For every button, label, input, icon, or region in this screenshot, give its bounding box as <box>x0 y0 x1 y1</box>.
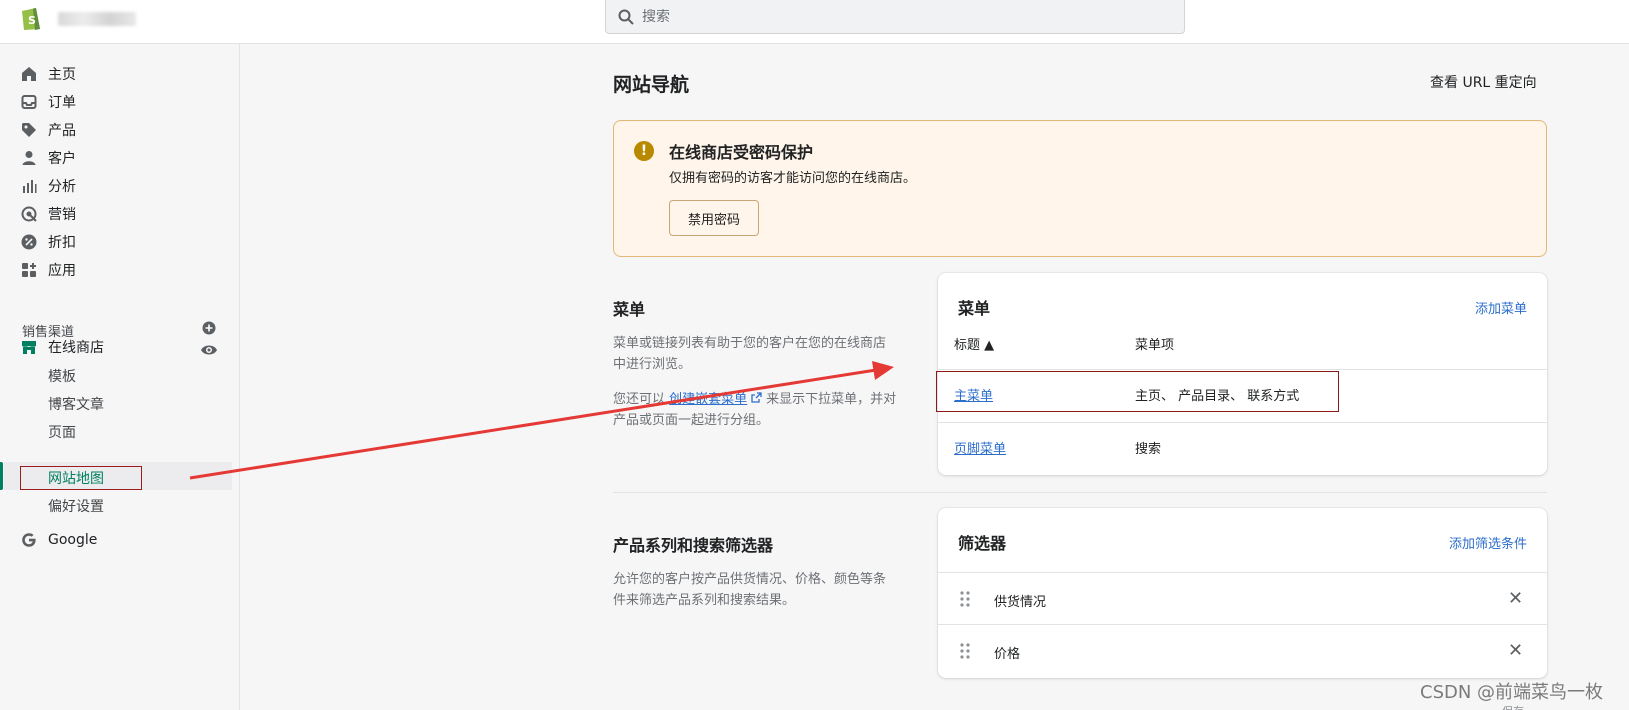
filter-price: 价格 <box>994 647 1021 662</box>
external-link-icon <box>751 392 762 403</box>
filters-section-title: 产品系列和搜索筛选器 <box>613 536 774 555</box>
inbox-icon <box>21 95 37 109</box>
sidebar-item-label: Google <box>48 532 98 548</box>
target-icon <box>21 206 37 222</box>
sidebar-item-label: 订单 <box>48 95 76 111</box>
desc-text: 您还可以 <box>613 392 666 407</box>
sidebar-item-label: 主页 <box>48 67 76 83</box>
menus-section-desc: 菜单或链接列表有助于您的客户在您的在线商店中进行浏览。 <box>613 336 887 372</box>
filters-card: 筛选器 添加筛选条件 供货情况 ✕ 价格 ✕ <box>938 508 1547 678</box>
store-name-redacted <box>58 12 136 26</box>
view-url-redirects-link[interactable]: 查看 URL 重定向 <box>1430 72 1537 92</box>
footer-menu-items: 搜索 <box>1135 442 1162 457</box>
column-header-menu-items: 菜单项 <box>1135 338 1175 353</box>
drag-handle-icon[interactable] <box>960 591 970 607</box>
sidebar-sub-preferences[interactable]: 偏好设置 <box>48 496 104 516</box>
sidebar-item-label: 营销 <box>48 207 76 223</box>
add-circle-icon[interactable] <box>202 321 216 335</box>
menus-card-title: 菜单 <box>958 299 991 318</box>
add-menu-link[interactable]: 添加菜单 <box>1475 298 1527 317</box>
divider <box>938 624 1547 625</box>
sidebar-item-label: 客户 <box>48 151 76 167</box>
add-filter-link[interactable]: 添加筛选条件 <box>1449 533 1527 552</box>
filters-section-desc: 允许您的客户按产品供货情况、价格、颜色等条件来筛选产品系列和搜索结果。 <box>613 572 887 608</box>
password-warning-banner: ! 在线商店受密码保护 仅拥有密码的访客才能访问您的在线商店。 禁用密码 <box>613 120 1547 257</box>
filters-card-title: 筛选器 <box>958 534 1007 553</box>
section-divider <box>613 492 1547 493</box>
create-nested-menu-link[interactable]: 创建嵌套菜单 <box>669 392 747 407</box>
sidebar-item-customers[interactable]: 客户 <box>20 145 76 171</box>
search-icon <box>618 9 634 25</box>
apps-icon <box>22 263 36 277</box>
sidebar-item-label: 产品 <box>48 123 76 139</box>
tag-icon <box>22 123 36 137</box>
sidebar-sub-navigation[interactable]: 网站地图 <box>48 468 104 488</box>
main-menu-link[interactable]: 主菜单 <box>954 385 993 404</box>
sidebar-sub-themes[interactable]: 模板 <box>48 366 76 386</box>
sidebar-item-analytics[interactable]: 分析 <box>20 173 76 199</box>
sidebar-item-google[interactable]: Google <box>20 527 97 553</box>
sidebar-item-products[interactable]: 产品 <box>20 117 76 143</box>
sidebar-item-marketing[interactable]: 营销 <box>20 201 76 227</box>
main-menu-items: 主页、 产品目录、 联系方式 <box>1135 389 1300 404</box>
sidebar-item-apps[interactable]: 应用 <box>20 257 76 283</box>
home-icon <box>22 67 36 81</box>
banner-text: 仅拥有密码的访客才能访问您的在线商店。 <box>669 171 917 186</box>
filter-availability: 供货情况 <box>994 595 1047 610</box>
sidebar-item-online-store[interactable]: 在线商店 <box>20 334 104 360</box>
discount-icon <box>21 234 37 250</box>
sidebar-item-orders[interactable]: 订单 <box>20 89 76 115</box>
menus-section-desc-2: 您还可以 创建嵌套菜单 来显示下拉菜单，并对产品或页面一起进行分组。 <box>613 389 898 431</box>
divider <box>938 422 1547 423</box>
page-title: 网站导航 <box>613 74 690 96</box>
disable-password-button[interactable]: 禁用密码 <box>669 200 759 236</box>
close-icon[interactable]: ✕ <box>1508 642 1523 660</box>
menus-card: 菜单 添加菜单 标题 ▲ 菜单项 主菜单 主页、 产品目录、 联系方式 页脚菜单… <box>936 273 1547 475</box>
sidebar-item-label: 应用 <box>48 263 76 279</box>
sidebar-item-home[interactable]: 主页 <box>20 61 76 87</box>
divider <box>938 572 1547 573</box>
warning-icon: ! <box>634 141 654 161</box>
sidebar: 主页 订单 产品 客户 分析 营销 折扣 应用 销售渠道 在线商店 模板 博客文… <box>0 44 240 710</box>
sidebar-item-label: 在线商店 <box>48 340 104 356</box>
drag-handle-icon[interactable] <box>960 643 970 659</box>
active-indicator <box>0 462 3 490</box>
close-icon[interactable]: ✕ <box>1508 590 1523 608</box>
sidebar-sub-pages[interactable]: 页面 <box>48 422 76 442</box>
watermark: CSDN @前端菜鸟一枚 <box>1420 682 1604 703</box>
menus-section-title: 菜单 <box>613 300 646 319</box>
banner-title: 在线商店受密码保护 <box>669 143 814 162</box>
search-bar[interactable] <box>605 0 1185 34</box>
svg-text:S: S <box>28 14 36 27</box>
search-input[interactable] <box>642 8 1142 25</box>
save-button-peek[interactable]: 保存 <box>1502 703 1524 710</box>
eye-icon[interactable] <box>200 343 218 357</box>
sidebar-item-label: 折扣 <box>48 235 76 251</box>
column-header-title[interactable]: 标题 ▲ <box>954 334 994 353</box>
store-icon <box>22 341 36 354</box>
top-bar: S <box>0 0 1629 44</box>
person-icon <box>22 151 36 165</box>
sidebar-item-label: 分析 <box>48 179 76 195</box>
shopify-logo-icon[interactable]: S <box>18 5 44 31</box>
bar-chart-icon <box>23 180 37 193</box>
sidebar-item-discounts[interactable]: 折扣 <box>20 229 76 255</box>
sidebar-sub-blog-posts[interactable]: 博客文章 <box>48 394 104 414</box>
divider <box>938 369 1547 370</box>
google-icon <box>22 533 36 547</box>
footer-menu-link[interactable]: 页脚菜单 <box>954 438 1006 457</box>
